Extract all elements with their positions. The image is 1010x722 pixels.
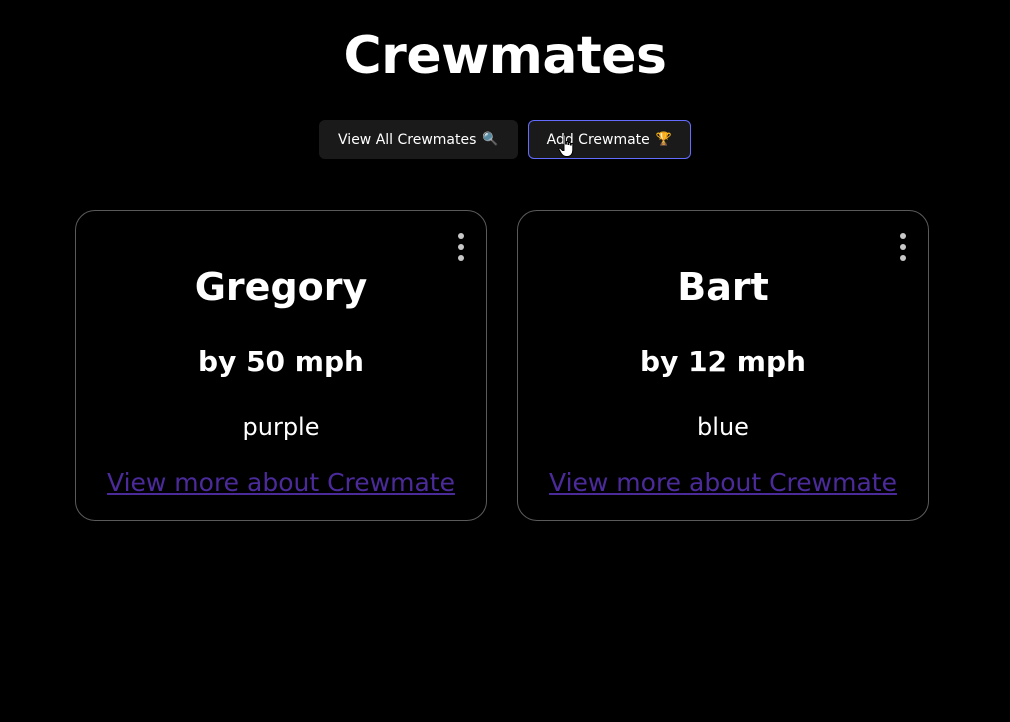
trophy-icon: 🏆 [655,132,672,147]
add-crewmate-button[interactable]: Add Crewmate 🏆 [527,120,691,159]
crewmate-speed: by 50 mph [198,345,364,378]
crewmate-card: Bart by 12 mph blue View more about Crew… [517,210,929,521]
crewmate-card: Gregory by 50 mph purple View more about… [75,210,487,521]
nav-bar: View All Crewmates 🔍 Add Crewmate 🏆 [0,120,1010,159]
crewmate-name: Gregory [194,265,368,309]
crewmate-color: blue [697,413,749,441]
view-more-link[interactable]: View more about Crewmate [76,467,486,499]
crewmate-color: purple [242,413,320,441]
more-options-icon[interactable] [456,233,466,261]
add-crewmate-label: Add Crewmate [546,131,650,148]
crewmate-speed: by 12 mph [640,345,806,378]
crewmate-gallery: Gregory by 50 mph purple View more about… [75,210,929,521]
view-all-crewmates-label: View All Crewmates [338,131,477,148]
magnifying-glass-icon: 🔍 [482,132,499,147]
page-title: Crewmates [343,26,667,86]
crewmate-name: Bart [677,265,769,309]
view-all-crewmates-button[interactable]: View All Crewmates 🔍 [319,120,518,159]
more-options-icon[interactable] [898,233,908,261]
view-more-link[interactable]: View more about Crewmate [518,467,928,499]
